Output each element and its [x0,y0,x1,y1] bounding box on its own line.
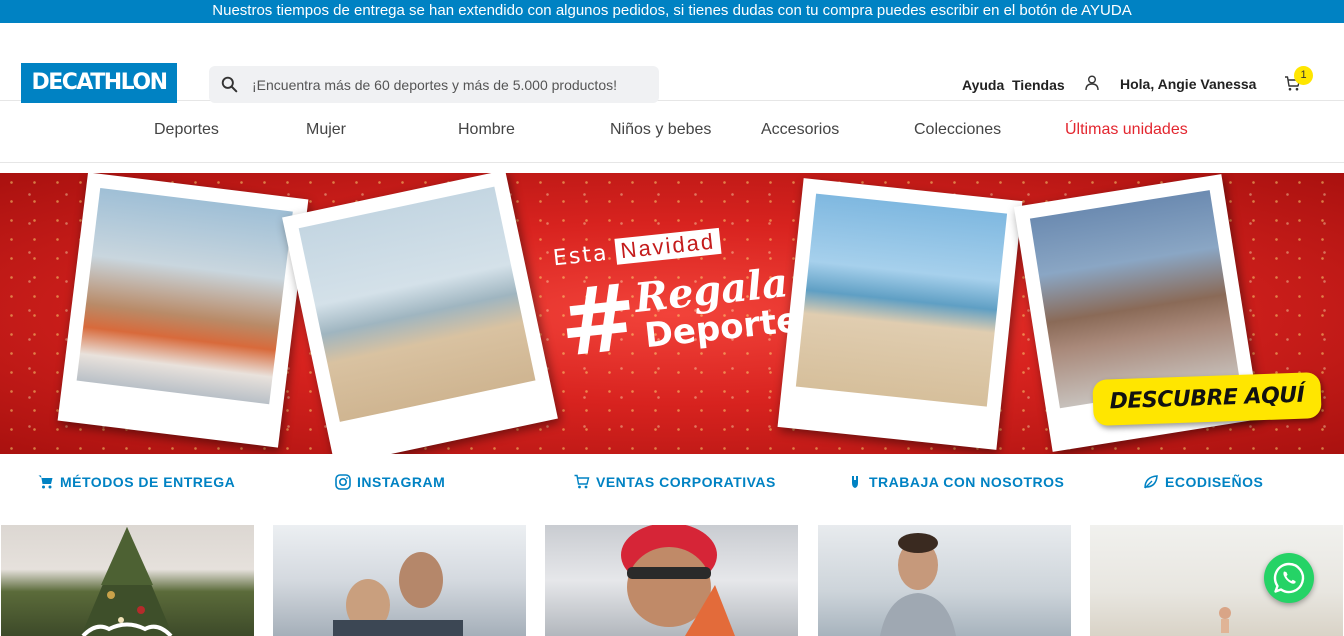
banner-hash: # [554,263,643,378]
beach-football-photo [298,186,536,422]
nav-item-accesorios[interactable]: Accesorios [761,121,839,139]
link-ecodisenos-label: ECODISEÑOS [1165,474,1264,490]
search-icon[interactable] [221,76,238,93]
main-nav: Deportes Mujer Hombre Niños y bebes Acce… [0,101,1344,163]
nav-item-mujer[interactable]: Mujer [306,121,346,139]
beach-volleyball-photo [795,193,1008,407]
link-instagram[interactable]: INSTAGRAM [335,474,445,490]
link-trabaja-con-nosotros[interactable]: TRABAJA CON NOSOTROS [847,474,1064,490]
card-couple-hiking[interactable] [273,525,526,636]
nav-item-deportes[interactable]: Deportes [154,121,219,139]
nav-item-hombre[interactable]: Hombre [458,121,515,139]
link-metodos-entrega-label: MÉTODOS DE ENTREGA [60,474,236,490]
whatsapp-icon [1273,562,1305,594]
link-instagram-label: INSTAGRAM [357,474,446,490]
cart-icon [38,475,53,489]
link-trabaja-con-nosotros-label: TRABAJA CON NOSOTROS [869,474,1065,490]
user-icon[interactable] [1085,75,1099,91]
whatsapp-button[interactable] [1264,553,1314,603]
link-metodos-entrega[interactable]: MÉTODOS DE ENTREGA [38,474,235,490]
woman-jacket-photo [880,533,956,636]
promo-bar: Nuestros tiempos de entrega se han exten… [0,0,1344,23]
help-link[interactable]: Ayuda [962,77,1004,93]
banner-headline: Esta Navidad # Regala Deporte [552,221,801,414]
skating-photo [76,188,293,405]
decathlon-logo[interactable]: DECATHLON [21,63,177,103]
search-input[interactable] [252,76,632,93]
instagram-icon [335,474,351,490]
link-ventas-corporativas-label: VENTAS CORPORATIVAS [596,474,776,490]
shopping-cart-outline-icon [574,474,590,489]
swimmer-photo [621,525,735,636]
nav-item-colecciones[interactable]: Colecciones [914,121,1001,139]
handshake-icon [852,476,858,488]
nav-item-ninos-y-bebes[interactable]: Niños y bebes [610,121,711,139]
stores-link[interactable]: Tiendas [1012,77,1065,93]
polaroid-photo-skating [57,173,309,448]
nav-item-ultimas-unidades[interactable]: Últimas unidades [1065,121,1188,139]
card-swimmer[interactable] [545,525,798,636]
polaroid-photo-beach-volleyball [777,178,1023,450]
search-bar[interactable] [209,66,659,103]
site-header: DECATHLON Ayuda Tiendas Hola, Angie Vane… [0,23,1344,103]
account-greeting[interactable]: Hola, Angie Vanessa [1120,76,1256,92]
link-ventas-corporativas[interactable]: VENTAS CORPORATIVAS [574,474,776,490]
category-cards [0,525,1344,636]
link-ecodisenos[interactable]: ECODISEÑOS [1143,474,1263,490]
cart-count-badge: 1 [1294,66,1313,85]
descubre-aqui-button[interactable]: DESCUBRE AQUÍ [1092,372,1322,426]
promo-text: Nuestros tiempos de entrega se han exten… [212,2,1132,19]
couple-hiking-photo [333,552,463,636]
card-woman-jacket[interactable] [818,525,1071,636]
banner-hashtag: # Regala Deporte [554,255,801,378]
leaf-icon [1144,475,1158,489]
card-christmas-tree[interactable] [1,525,254,636]
quick-links: MÉTODOS DE ENTREGA INSTAGRAM VENTAS CORP… [0,474,1344,496]
christmas-tree-illustration [81,527,173,636]
